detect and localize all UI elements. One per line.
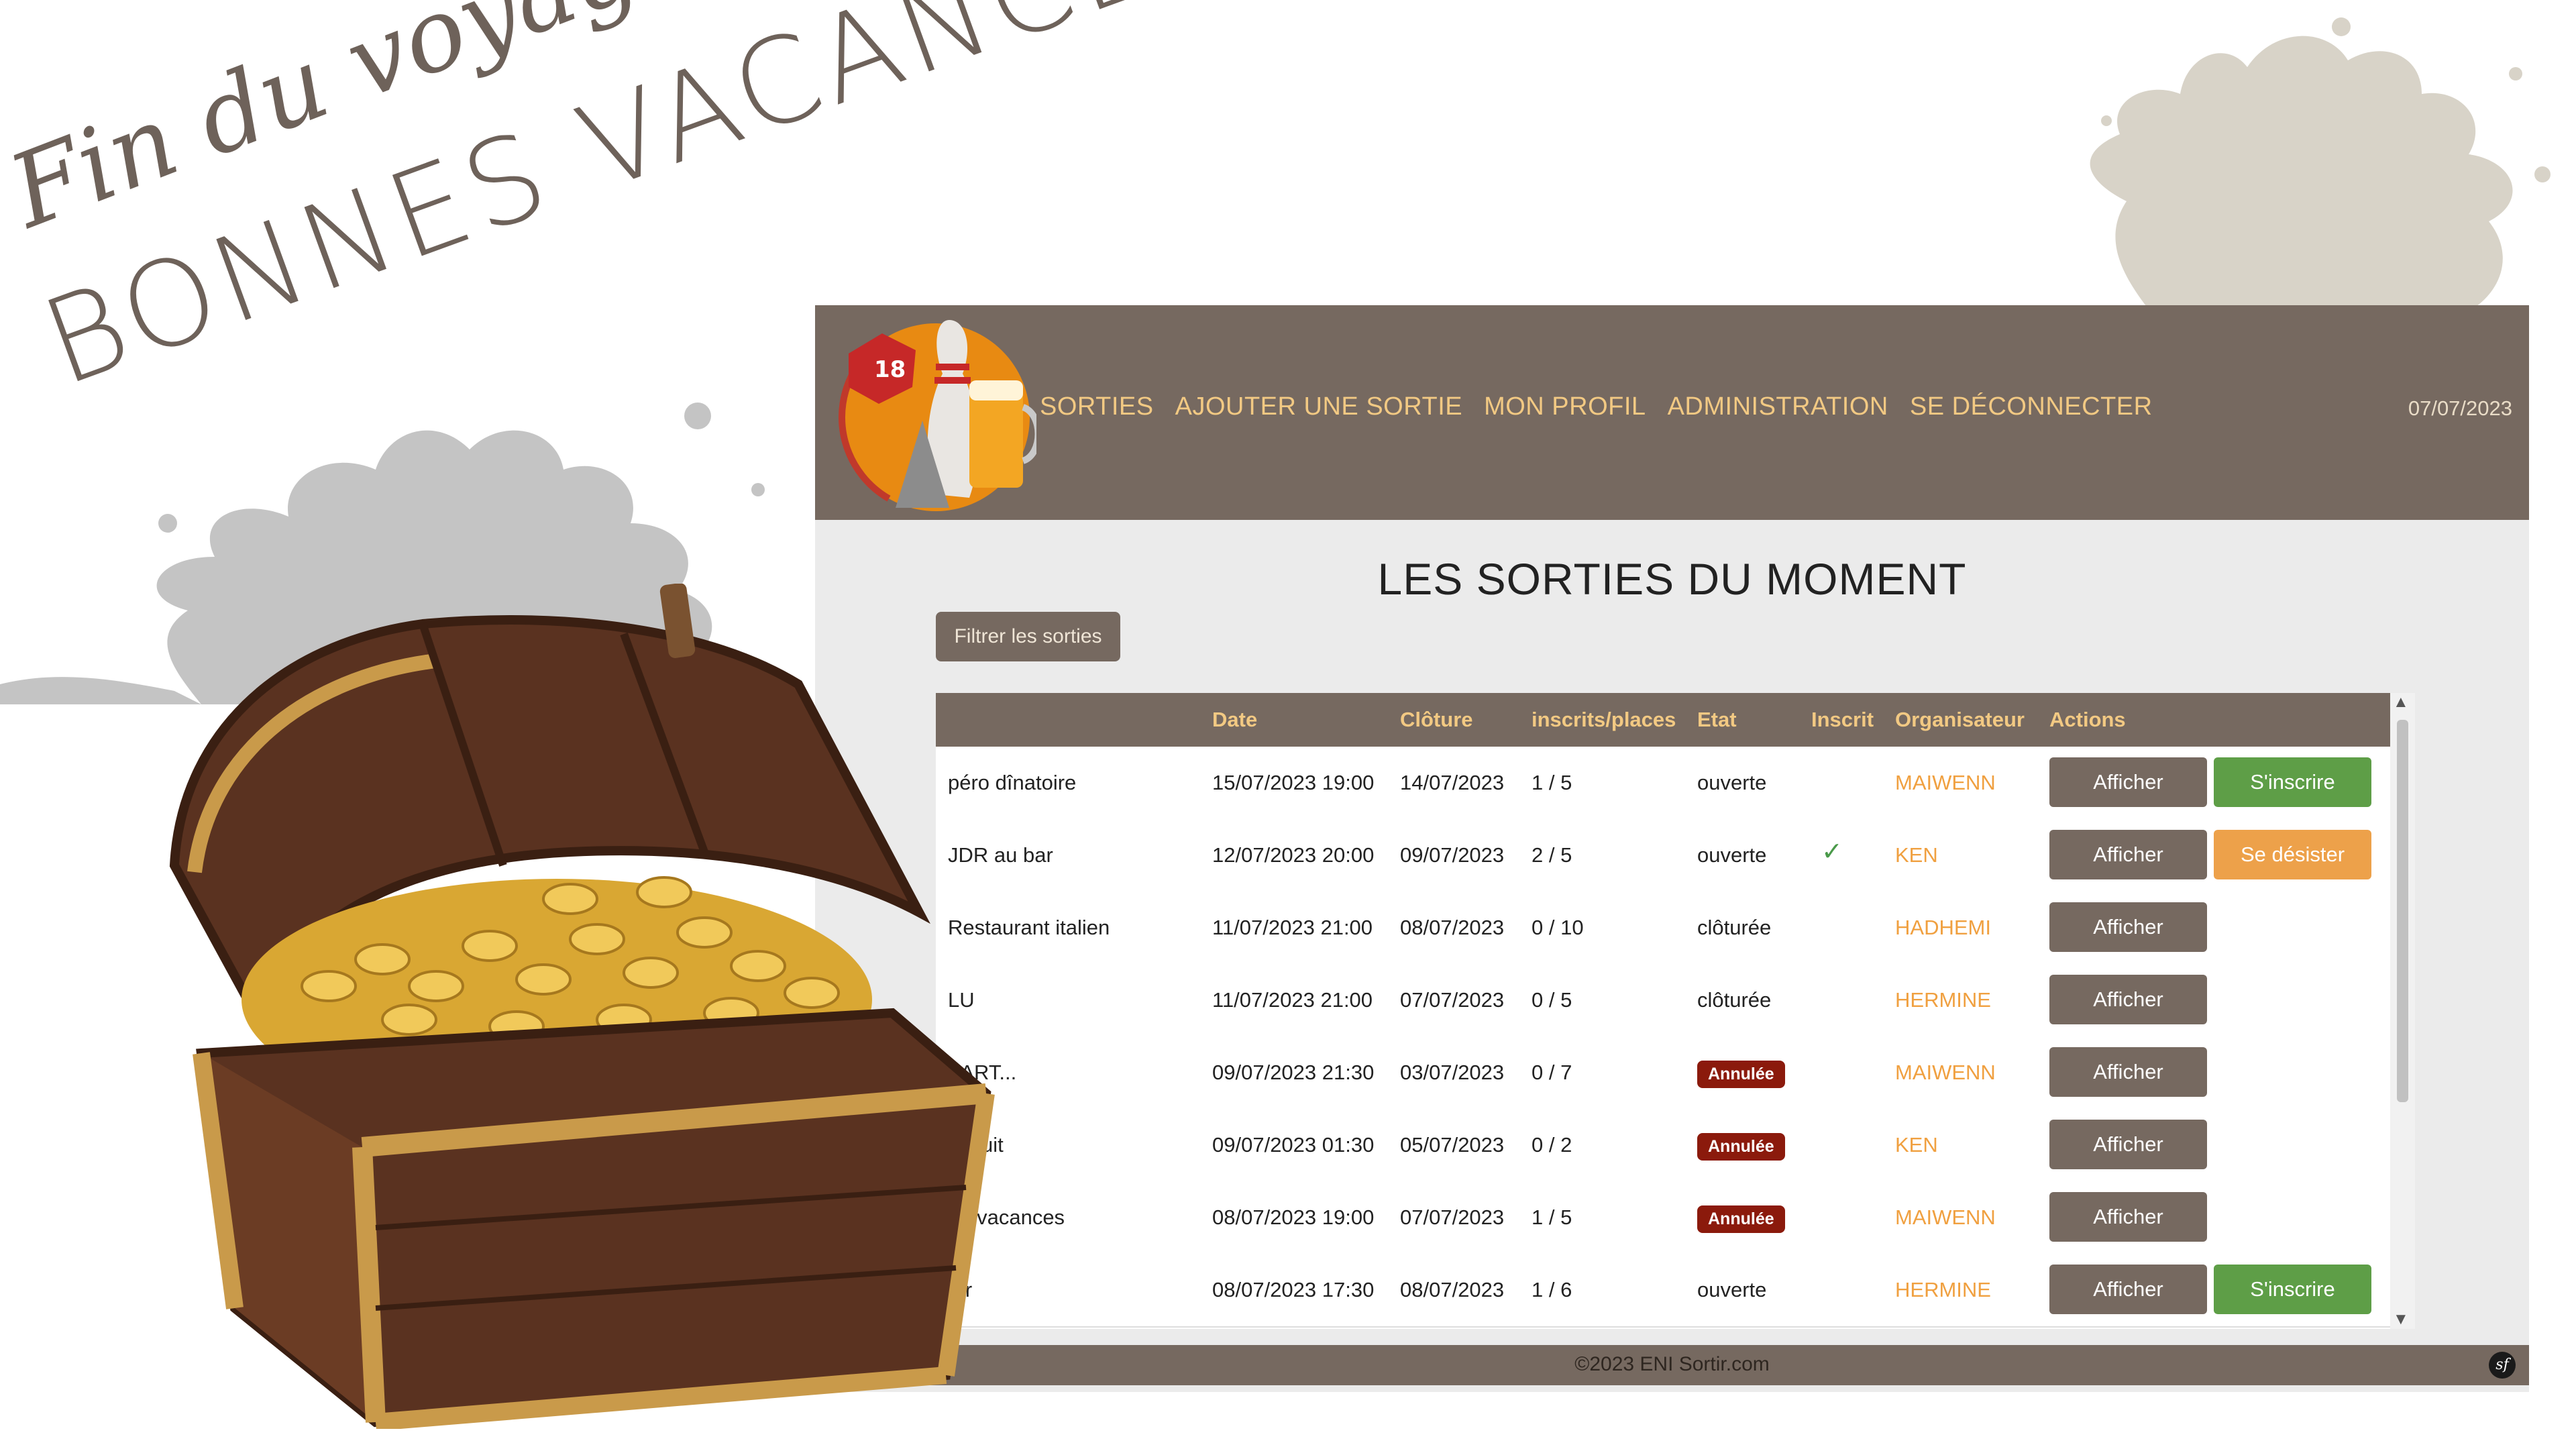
logo-dice-bowling-beer-icon[interactable]: 18 bbox=[835, 313, 1036, 515]
cell-organisateur[interactable]: HERMINE bbox=[1895, 988, 1991, 1012]
status-badge-annulee: Annulée bbox=[1697, 1205, 1785, 1233]
cell-organisateur[interactable]: HADHEMI bbox=[1895, 916, 1991, 940]
scroll-thumb[interactable] bbox=[2397, 720, 2408, 1102]
nav-ajouter-sortie[interactable]: AJOUTER UNE SORTIE bbox=[1175, 392, 1462, 421]
check-icon: ✓ bbox=[1821, 838, 1843, 866]
current-date: 07/07/2023 bbox=[2408, 396, 2512, 420]
cell-cloture: 07/07/2023 bbox=[1400, 988, 1505, 1012]
header-date: Date bbox=[1212, 708, 1258, 731]
cell-date: 09/07/2023 21:30 bbox=[1212, 1061, 1375, 1084]
afficher-button[interactable]: Afficher bbox=[2049, 902, 2207, 952]
table-row: JDR au bar 12/07/2023 20:00 09/07/2023 2 / … bbox=[936, 819, 2415, 893]
cell-date: 11/07/2023 21:00 bbox=[1212, 988, 1373, 1012]
table-row: péro dînatoire 15/07/2023 19:00 14/07/2023… bbox=[936, 747, 2415, 820]
nav-administration[interactable]: ADMINISTRATION bbox=[1668, 392, 1888, 421]
cell-cloture: 08/07/2023 bbox=[1400, 916, 1505, 939]
cell-date: 08/07/2023 17:30 bbox=[1212, 1278, 1375, 1301]
cell-etat: clôturée bbox=[1697, 916, 1772, 939]
navbar: 18 SORTIES AJOUTER UNE SORTIE MON PROFIL… bbox=[815, 305, 2529, 520]
cell-organisateur[interactable]: MAIWENN bbox=[1895, 771, 1996, 795]
afficher-button[interactable]: Afficher bbox=[2049, 757, 2207, 807]
scroll-down-icon[interactable]: ▼ bbox=[2393, 1310, 2409, 1329]
cell-etat: clôturée bbox=[1697, 988, 1772, 1012]
cell-etat: ouverte bbox=[1697, 1278, 1767, 1301]
beige-splash bbox=[2090, 17, 2551, 315]
table-row: Restaurant italien 11/07/2023 21:00 08/07/… bbox=[936, 892, 2415, 965]
cell-cloture: 05/07/2023 bbox=[1400, 1133, 1505, 1157]
header-places: inscrits/places bbox=[1532, 708, 1676, 731]
cell-places: 0 / 7 bbox=[1532, 1061, 1572, 1084]
cell-places: 0 / 10 bbox=[1532, 916, 1584, 939]
cell-places: 1 / 5 bbox=[1532, 1205, 1572, 1229]
svg-text:18: 18 bbox=[874, 356, 906, 383]
cell-organisateur[interactable]: MAIWENN bbox=[1895, 1205, 1996, 1230]
status-badge-annulee: Annulée bbox=[1697, 1061, 1785, 1088]
cell-places: 1 / 5 bbox=[1532, 771, 1572, 794]
table-row: ter08/07/2023 17:3008/07/20231 / 6ouvert… bbox=[936, 1254, 2415, 1328]
inscrire-button[interactable]: S'inscrire bbox=[2214, 1265, 2371, 1314]
cell-date: 11/07/2023 21:00 bbox=[1212, 916, 1373, 939]
afficher-button[interactable]: Afficher bbox=[2049, 1265, 2207, 1314]
cell-places: 2 / 5 bbox=[1532, 843, 1572, 867]
nav-se-deconnecter[interactable]: SE DÉCONNECTER bbox=[1910, 392, 2153, 421]
inscrire-button[interactable]: S'inscrire bbox=[2214, 757, 2371, 807]
cell-cloture: 08/07/2023 bbox=[1400, 1278, 1505, 1301]
cell-cloture: 14/07/2023 bbox=[1400, 771, 1505, 794]
afficher-button[interactable]: Afficher bbox=[2049, 1120, 2207, 1169]
cell-etat: ouverte bbox=[1697, 843, 1767, 867]
header-inscrit: Inscrit bbox=[1811, 708, 1874, 731]
cell-date: 12/07/2023 20:00 bbox=[1212, 843, 1375, 867]
cell-date: 08/07/2023 19:00 bbox=[1212, 1205, 1375, 1229]
header-actions: Actions bbox=[2049, 708, 2126, 731]
cell-places: 0 / 2 bbox=[1532, 1133, 1572, 1157]
cell-organisateur[interactable]: MAIWENN bbox=[1895, 1061, 1996, 1085]
afficher-button[interactable]: Afficher bbox=[2049, 1047, 2207, 1097]
cell-organisateur[interactable]: KEN bbox=[1895, 843, 1938, 867]
table-scrollbar[interactable]: ▲ ▼ bbox=[2390, 693, 2415, 1329]
treasure-chest-image bbox=[169, 584, 995, 1429]
app-window: 18 SORTIES AJOUTER UNE SORTIE MON PROFIL… bbox=[815, 305, 2529, 1392]
nav-mon-profil[interactable]: MON PROFIL bbox=[1484, 392, 1646, 421]
nav-sorties[interactable]: SORTIES bbox=[1040, 392, 1154, 421]
header-cloture: Clôture bbox=[1400, 708, 1473, 731]
table-row: de vacances 08/07/2023 19:00 07/07/2023 1 /… bbox=[936, 1181, 2415, 1255]
nav-links: SORTIES AJOUTER UNE SORTIE MON PROFIL AD… bbox=[1040, 392, 2153, 421]
afficher-button[interactable]: Afficher bbox=[2049, 830, 2207, 879]
cell-date: 15/07/2023 19:00 bbox=[1212, 771, 1375, 794]
cell-cloture: 03/07/2023 bbox=[1400, 1061, 1505, 1084]
cell-cloture: 07/07/2023 bbox=[1400, 1205, 1505, 1229]
header-etat: Etat bbox=[1697, 708, 1737, 731]
cell-places: 0 / 5 bbox=[1532, 988, 1572, 1012]
cell-organisateur[interactable]: KEN bbox=[1895, 1133, 1938, 1157]
desister-button[interactable]: Se désister bbox=[2214, 830, 2371, 879]
afficher-button[interactable]: Afficher bbox=[2049, 975, 2207, 1024]
cell-etat: ouverte bbox=[1697, 771, 1767, 794]
footer-copyright: ©2023 ENI Sortir.com bbox=[1574, 1353, 1770, 1375]
header-organisateur: Organisateur bbox=[1895, 708, 2025, 731]
table-row: PART... 09/07/2023 21:30 03/07/2023 0 / 7 An… bbox=[936, 1036, 2415, 1110]
afficher-button[interactable]: Afficher bbox=[2049, 1192, 2207, 1242]
scroll-up-icon[interactable]: ▲ bbox=[2393, 693, 2409, 712]
footer: ©2023 ENI Sortir.com sf bbox=[815, 1345, 2529, 1385]
symfony-icon[interactable]: sf bbox=[2489, 1352, 2516, 1379]
status-badge-annulee: Annulée bbox=[1697, 1133, 1785, 1161]
table-row: minuit09/07/2023 01:3005/07/20230 / 2Ann… bbox=[936, 1109, 2415, 1183]
cell-cloture: 09/07/2023 bbox=[1400, 843, 1505, 867]
table-row: LU 11/07/2023 21:00 07/07/2023 0 / 5 clôturé… bbox=[936, 964, 2415, 1038]
cell-organisateur[interactable]: HERMINE bbox=[1895, 1278, 1991, 1302]
table-header: Date Clôture inscrits/places Etat Inscri… bbox=[936, 693, 2415, 747]
page-title: LES SORTIES DU MOMENT bbox=[1377, 554, 1967, 604]
sorties-table: Date Clôture inscrits/places Etat Inscri… bbox=[936, 693, 2415, 1329]
cell-places: 1 / 6 bbox=[1532, 1278, 1572, 1301]
cell-date: 09/07/2023 01:30 bbox=[1212, 1133, 1375, 1157]
